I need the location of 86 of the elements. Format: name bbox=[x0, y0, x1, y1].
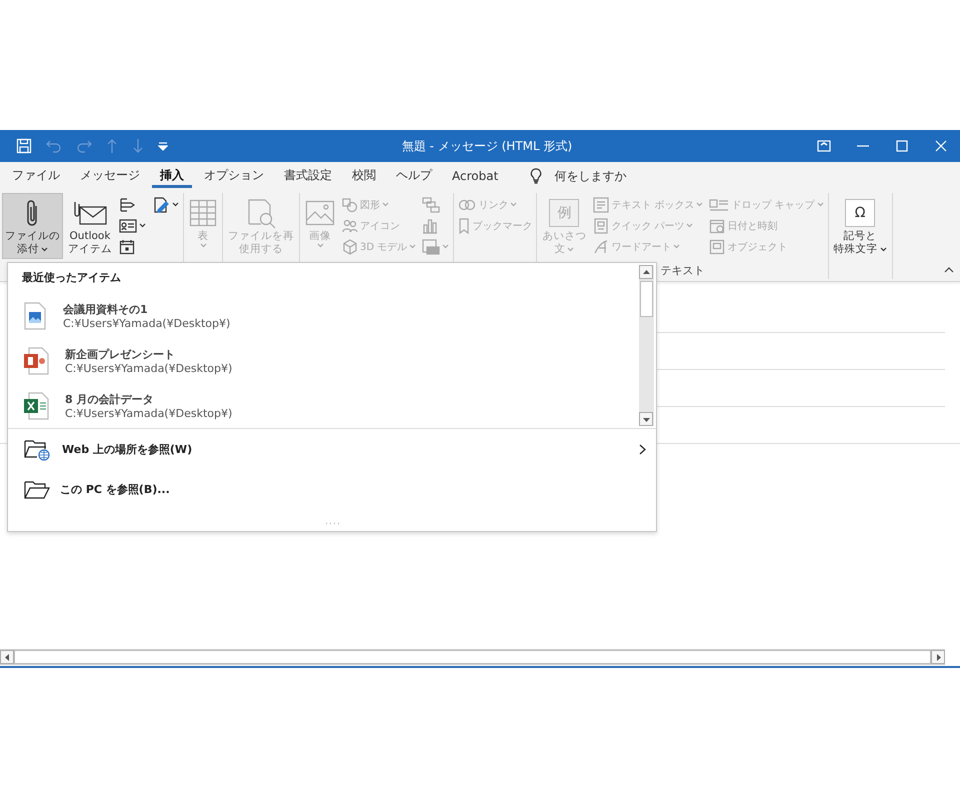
bookmark-icon bbox=[458, 218, 470, 234]
folder-icon bbox=[24, 480, 50, 500]
calendar-icon bbox=[119, 238, 135, 254]
text-box-icon bbox=[593, 196, 610, 212]
up-arrow-icon bbox=[642, 270, 650, 274]
slides-file-icon bbox=[23, 346, 49, 374]
right-arrow-icon bbox=[936, 654, 940, 660]
up-arrow-icon bbox=[106, 138, 118, 154]
shapes-icon bbox=[342, 198, 358, 212]
ribbon-tab[interactable]: 校閲 bbox=[344, 164, 384, 188]
ribbon-button[interactable]: Ω 記号と 特殊文字 bbox=[830, 193, 890, 259]
caret-icon bbox=[41, 247, 48, 252]
cube-icon bbox=[342, 238, 358, 254]
caret-icon bbox=[816, 202, 824, 207]
pen-icon bbox=[152, 196, 170, 214]
ribbon-tab[interactable]: ヘルプ bbox=[388, 164, 440, 188]
ribbon-button[interactable]: Outlook アイテム bbox=[65, 193, 115, 259]
lightbulb-icon bbox=[530, 168, 542, 184]
scroll-right-button[interactable] bbox=[931, 650, 945, 664]
scroll-up-button[interactable] bbox=[639, 265, 653, 279]
quick-parts-icon bbox=[593, 218, 610, 234]
bar-chart-icon bbox=[422, 218, 438, 234]
undo-icon bbox=[46, 139, 62, 153]
scroll-left-button[interactable] bbox=[0, 650, 14, 664]
menu-item[interactable]: Web 上の場所を参照(W) bbox=[8, 429, 656, 470]
scroll-down-button[interactable] bbox=[639, 412, 653, 426]
ribbon-tab[interactable]: メッセージ bbox=[72, 164, 148, 188]
caret-icon bbox=[673, 244, 680, 249]
ribbon-tab[interactable]: ファイル bbox=[4, 164, 68, 188]
toolbar-button[interactable] bbox=[14, 136, 34, 156]
people-icon bbox=[342, 218, 358, 232]
caret-icon bbox=[880, 247, 887, 252]
wordart-icon bbox=[593, 238, 610, 254]
smartart-icon bbox=[422, 196, 440, 212]
caret-icon bbox=[686, 223, 694, 228]
envelope-icon bbox=[72, 199, 108, 227]
file-path: C:¥Users¥Yamada(¥Desktop¥) bbox=[65, 406, 232, 420]
caret-icon bbox=[172, 202, 179, 207]
down-arrow-icon bbox=[132, 138, 144, 154]
caret-icon bbox=[200, 243, 206, 248]
window-title: 無題 - メッセージ (HTML 形式) bbox=[400, 138, 574, 154]
menu-item[interactable]: この PC を参照(B)... bbox=[8, 470, 656, 510]
scrollbar-thumb[interactable] bbox=[640, 281, 653, 317]
link-icon bbox=[458, 198, 476, 212]
caret-icon bbox=[510, 202, 518, 207]
ribbon-button[interactable]: ファイルの 添付 bbox=[2, 193, 63, 259]
file-name[interactable]: 新企画プレゼンシート bbox=[65, 346, 232, 362]
customize-icon bbox=[158, 141, 168, 151]
file-path: C:¥Users¥Yamada(¥Desktop¥) bbox=[63, 316, 230, 330]
object-icon bbox=[709, 238, 726, 254]
calendar-clock-icon bbox=[709, 218, 726, 234]
ribbon-tab[interactable]: 書式設定 bbox=[276, 164, 340, 188]
menu-heading: 最近使ったアイテム bbox=[21, 270, 122, 286]
group-label: テキスト bbox=[660, 263, 704, 279]
screenshot-icon bbox=[422, 238, 440, 254]
caret-icon bbox=[442, 244, 450, 249]
close-icon bbox=[934, 140, 946, 152]
table-icon bbox=[189, 199, 217, 227]
ribbon-display-icon bbox=[816, 140, 830, 152]
file-name[interactable]: 8 月の会計データ bbox=[65, 392, 232, 406]
redo-icon bbox=[76, 139, 92, 153]
collapse-ribbon-icon[interactable] bbox=[944, 266, 954, 273]
caret-icon bbox=[567, 247, 574, 252]
file-name[interactable]: 会議用資料その1 bbox=[63, 302, 230, 316]
ribbon-tab[interactable]: Acrobat bbox=[444, 164, 506, 188]
search-field[interactable]: 何をしますか bbox=[552, 167, 686, 185]
contact-card-icon bbox=[119, 218, 137, 232]
caret-icon bbox=[316, 243, 324, 248]
ribbon-tab[interactable]: オプション bbox=[196, 164, 272, 188]
image-icon bbox=[305, 200, 335, 226]
save-icon bbox=[16, 138, 32, 154]
image-file-icon bbox=[23, 302, 47, 330]
scrollbar-thumb[interactable] bbox=[14, 650, 931, 664]
signature-icon bbox=[119, 196, 135, 212]
spreadsheet-file-icon bbox=[23, 392, 49, 420]
drop-cap-icon bbox=[709, 198, 730, 212]
caret-icon bbox=[696, 202, 704, 207]
caret-icon bbox=[382, 202, 389, 207]
left-arrow-icon bbox=[4, 654, 10, 660]
maximize-icon bbox=[896, 140, 908, 152]
minimize-icon bbox=[856, 145, 868, 147]
caret-icon bbox=[409, 244, 416, 249]
file-path: C:¥Users¥Yamada(¥Desktop¥) bbox=[65, 362, 232, 374]
chevron-right-icon bbox=[639, 444, 646, 455]
caret-icon bbox=[139, 223, 146, 228]
down-arrow-icon bbox=[642, 416, 650, 422]
